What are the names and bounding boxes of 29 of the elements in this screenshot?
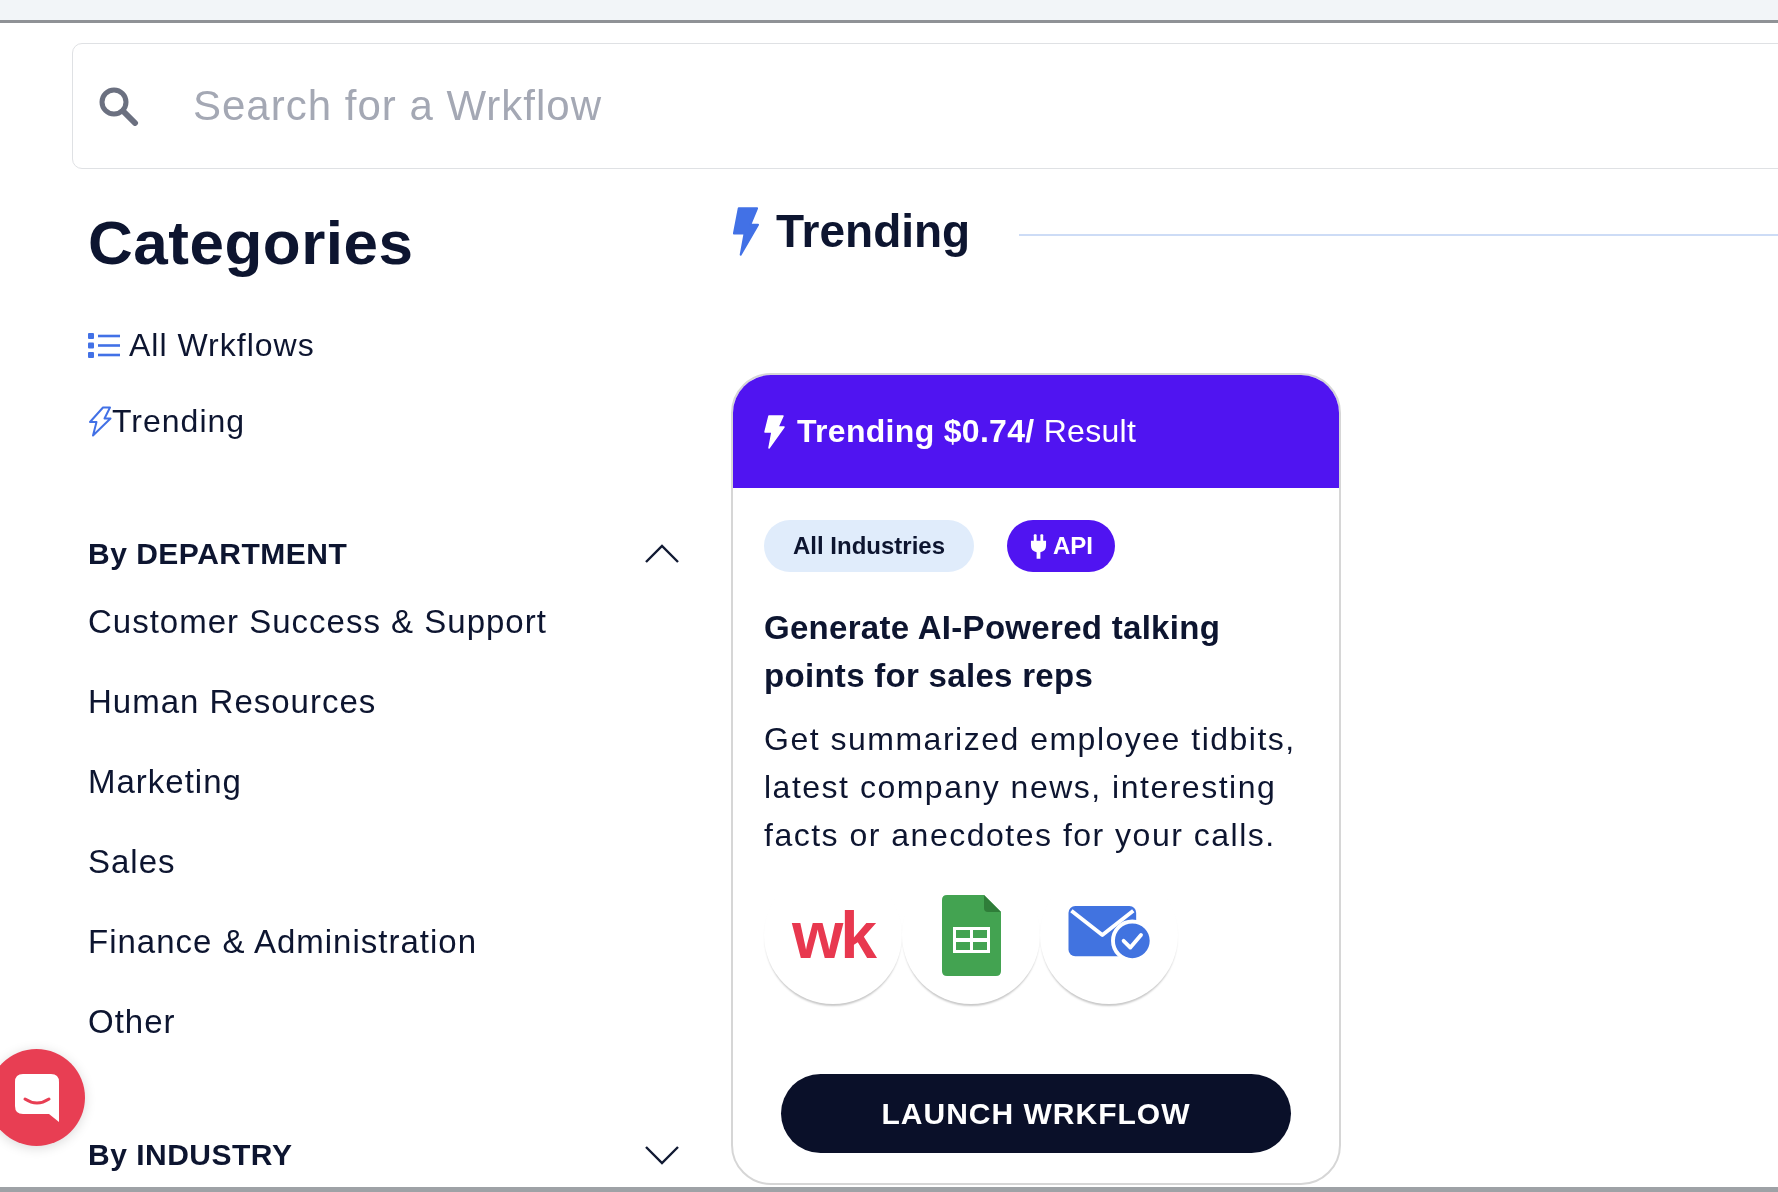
sidebar-title: Categories [88, 208, 414, 278]
sidebar-link[interactable]: Trending [88, 401, 246, 441]
category-link[interactable]: Customer Success & Support [88, 602, 547, 642]
category-link[interactable]: Sales [88, 842, 176, 882]
plug-icon [1030, 533, 1048, 559]
category-link[interactable]: Finance & Administration [88, 922, 477, 962]
price-label: Trending $0.74/ Result [797, 413, 1137, 450]
sidebar-link[interactable]: All Wrkflows [88, 325, 315, 365]
group-toggle[interactable]: By DEPARTMENT [88, 534, 680, 574]
search-icon [97, 86, 139, 126]
wordmark-logo: wk [791, 902, 874, 968]
lightning-icon [88, 405, 112, 437]
category-link[interactable]: Human Resources [88, 682, 377, 722]
industry-tag: All Industries [764, 520, 975, 572]
launch-button[interactable]: LAUNCH WRKFLOW [781, 1074, 1291, 1153]
chat-launcher-button[interactable] [0, 1049, 85, 1146]
search-input[interactable]: Search for a Wrkflow [193, 76, 1778, 136]
card-title: Generate AI-Powered talking points for sales reps [764, 608, 1222, 696]
list-icon [88, 332, 120, 358]
category-link[interactable]: Other [88, 1002, 176, 1042]
tag-label: API [1053, 531, 1094, 561]
section-title: Trending [776, 204, 971, 259]
lightning-icon [731, 206, 760, 256]
search-field[interactable]: Search for a Wrkflow [72, 43, 1778, 169]
chat-bubble-icon [14, 1073, 59, 1122]
group-toggle[interactable]: By INDUSTRY [88, 1135, 680, 1175]
card-description: Get summarized employee tidbits, latest company news, interesting facts or anecdotes for your calls. [764, 720, 1297, 855]
category-link[interactable]: Marketing [88, 762, 242, 802]
lightning-icon [763, 414, 785, 449]
